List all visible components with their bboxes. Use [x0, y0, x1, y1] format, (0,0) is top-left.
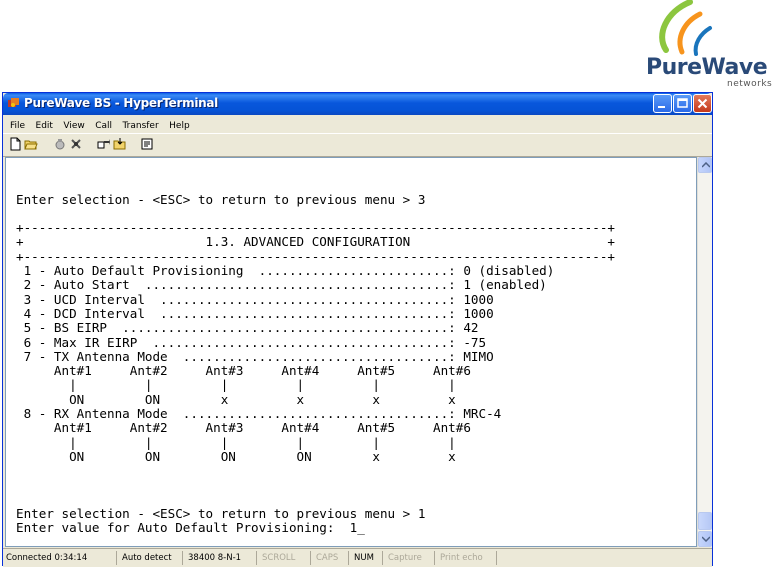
scroll-up-button[interactable] — [698, 157, 712, 173]
connect-icon[interactable] — [69, 137, 83, 151]
menu-help[interactable]: Help — [166, 118, 193, 131]
menu-bar: File Edit View Call Transfer Help — [3, 115, 712, 133]
terminal-line: 8 - RX Antenna Mode ....................… — [16, 406, 502, 422]
terminal-line: 7 - TX Antenna Mode ....................… — [16, 348, 494, 364]
menu-file[interactable]: File — [7, 118, 28, 131]
terminal-line: Enter value for Auto Default Provisionin… — [16, 520, 365, 536]
menu-view[interactable]: View — [60, 118, 87, 131]
maximize-icon — [677, 98, 688, 108]
receive-icon[interactable] — [113, 137, 127, 151]
minimize-icon — [658, 106, 665, 108]
terminal-screen[interactable]: Enter selection - <ESC> to return to pre… — [16, 164, 696, 544]
open-icon[interactable] — [24, 137, 38, 151]
status-detect: Auto detect — [119, 551, 183, 565]
status-bar: Connected 0:34:14 Auto detect 38400 8-N-… — [3, 548, 712, 567]
purewave-logo: PureWave networks — [630, 0, 780, 92]
status-num: NUM — [351, 551, 383, 565]
new-icon[interactable] — [8, 137, 22, 151]
menu-edit[interactable]: Edit — [33, 118, 56, 131]
terminal-line: Enter selection - <ESC> to return to pre… — [16, 191, 426, 207]
send-icon[interactable] — [97, 137, 111, 151]
terminal-line: | | | | | | — [16, 434, 456, 450]
terminal-line: + 1.3. ADVANCED CONFIGURATION + — [16, 234, 615, 250]
terminal-frame: Enter selection - <ESC> to return to pre… — [5, 157, 697, 547]
hyperterminal-app-icon[interactable] — [7, 97, 20, 110]
disconnect-icon[interactable] — [53, 137, 67, 151]
properties-icon[interactable] — [140, 137, 154, 151]
scroll-down-button[interactable] — [698, 531, 712, 547]
terminal-line: 1 - Auto Default Provisioning ..........… — [16, 263, 555, 279]
status-baud: 38400 8-N-1 — [185, 551, 257, 565]
terminal-line: +---------------------------------------… — [16, 220, 615, 236]
menu-transfer[interactable]: Transfer — [119, 118, 161, 131]
status-print-echo: Print echo — [437, 551, 497, 565]
status-connected: Connected 0:34:14 — [3, 551, 117, 565]
minimize-button[interactable] — [653, 94, 672, 113]
logo-subtitle: networks — [727, 79, 773, 89]
terminal-line: ON ON x x x x — [16, 391, 456, 407]
terminal-line: 3 - UCD Interval .......................… — [16, 291, 494, 307]
title-bar[interactable]: PureWave BS - HyperTerminal — [3, 93, 712, 115]
arrow-up-icon — [702, 162, 710, 168]
close-icon — [697, 98, 708, 109]
status-caps: CAPS — [313, 551, 349, 565]
terminal-line: +---------------------------------------… — [16, 248, 615, 264]
close-button[interactable] — [693, 94, 712, 113]
status-scroll: SCROLL — [259, 551, 311, 565]
toolbar — [3, 133, 712, 157]
terminal-line: Ant#1 Ant#2 Ant#3 Ant#4 Ant#5 Ant#6 — [16, 363, 471, 379]
terminal-line: Ant#1 Ant#2 Ant#3 Ant#4 Ant#5 Ant#6 — [16, 420, 471, 436]
hyperterminal-window: PureWave BS - HyperTerminal File Edit Vi… — [2, 92, 713, 567]
terminal-line: 2 - Auto Start .........................… — [16, 277, 547, 293]
status-capture: Capture — [385, 551, 435, 565]
scroll-thumb[interactable] — [698, 512, 712, 530]
terminal-line: Enter selection - <ESC> to return to pre… — [16, 506, 426, 522]
vertical-scrollbar[interactable] — [697, 157, 712, 547]
terminal-line: 5 - BS EIRP ............................… — [16, 320, 479, 336]
menu-call[interactable]: Call — [92, 118, 115, 131]
arrow-down-icon — [702, 536, 710, 542]
logo-arcs-icon — [659, 0, 712, 56]
terminal-line: ON ON ON ON x x — [16, 448, 456, 464]
logo-name: PureWave — [646, 55, 768, 80]
terminal-line: | | | | | | — [16, 377, 456, 393]
terminal-line: 4 - DCD Interval .......................… — [16, 305, 494, 321]
terminal-line: 6 - Max IR EIRP ........................… — [16, 334, 487, 350]
maximize-button[interactable] — [673, 94, 692, 113]
window-title: PureWave BS - HyperTerminal — [24, 96, 218, 110]
